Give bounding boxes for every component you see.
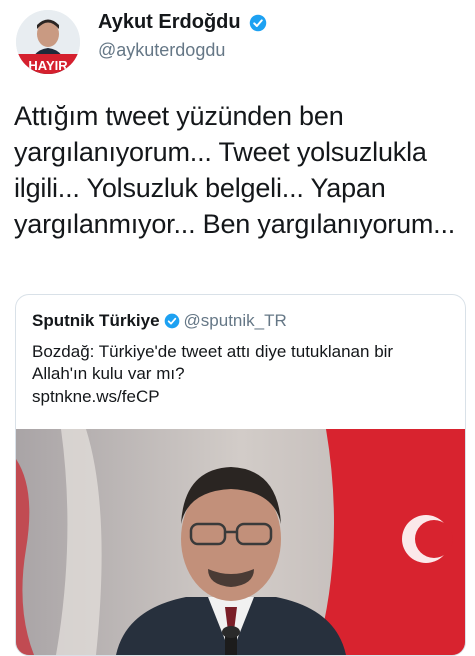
verified-badge-icon <box>164 313 179 329</box>
author-display-name[interactable]: Aykut Erdoğdu <box>98 11 241 34</box>
author-avatar[interactable]: HAYIR <box>16 10 80 74</box>
quoted-tweet-link[interactable]: sptnkne.ws/feCP <box>32 387 160 407</box>
quoted-tweet-text: Bozdağ: Türkiye'de tweet attı diye tutuk… <box>32 342 394 383</box>
quoted-display-name[interactable]: Sputnik Türkiye <box>32 311 160 330</box>
avatar-badge-text: HAYIR <box>28 58 68 73</box>
author-names: Aykut Erdoğdu @aykuterdogdu <box>98 11 267 61</box>
quoted-tweet-header: Sputnik Türkiye @sputnik_TR <box>32 311 287 331</box>
author-handle[interactable]: @aykuterdogdu <box>98 40 267 61</box>
verified-badge-icon <box>249 14 267 31</box>
tweet-text: Attığım tweet yüzünden ben yargılanıyoru… <box>14 101 456 239</box>
photo-scene <box>16 429 465 655</box>
quoted-tweet-card[interactable]: Sputnik Türkiye @sputnik_TR Bozdağ: Türk… <box>15 294 466 656</box>
quoted-handle[interactable]: @sputnik_TR <box>184 311 287 330</box>
quoted-tweet-photo[interactable] <box>16 429 465 655</box>
tweet-header: HAYIR Aykut Erdoğdu @aykuterdogdu <box>14 8 464 78</box>
avatar-image: HAYIR <box>16 10 80 74</box>
